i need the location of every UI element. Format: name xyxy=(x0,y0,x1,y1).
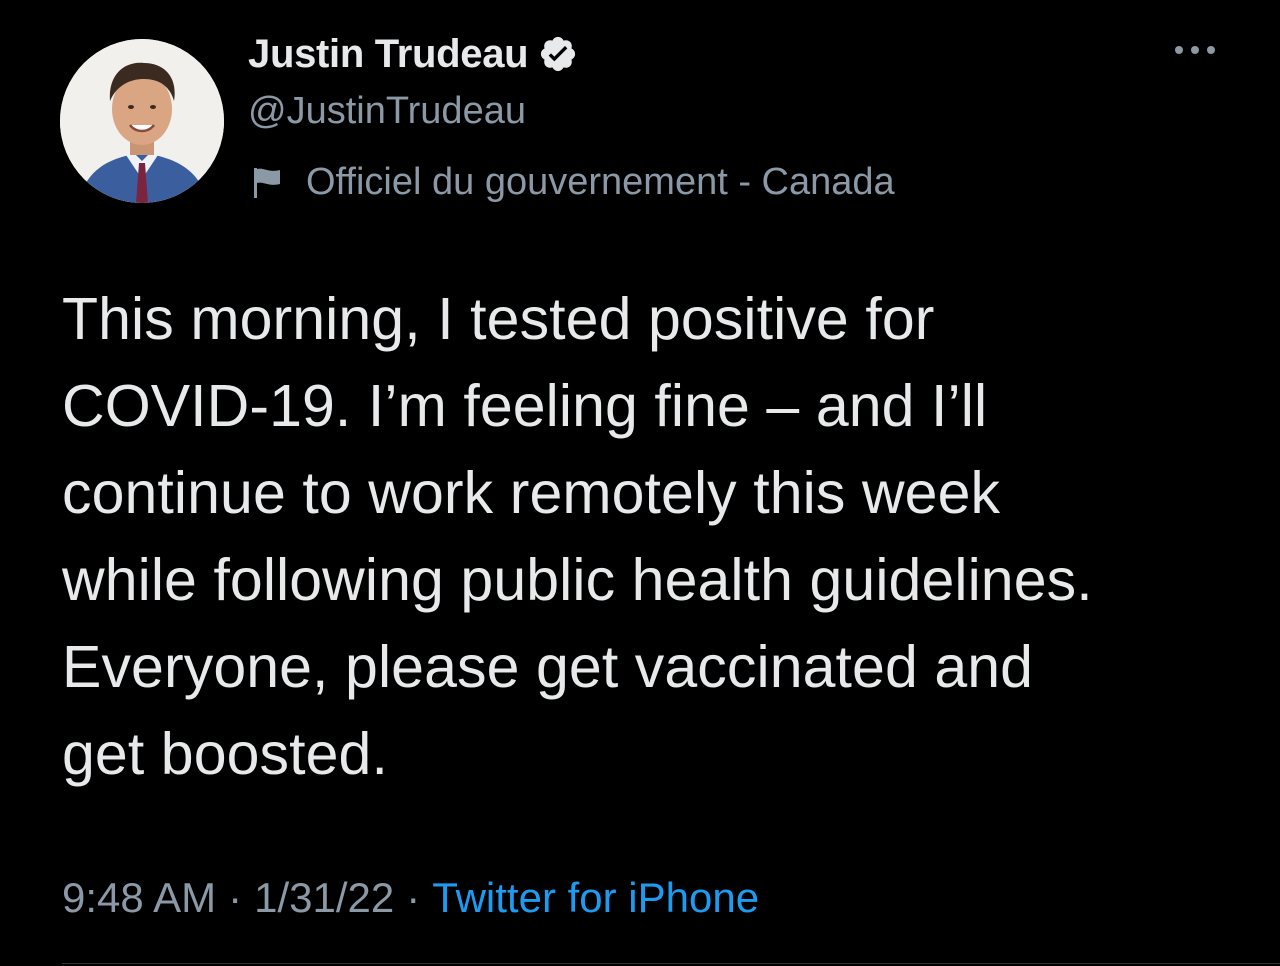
divider xyxy=(62,963,1280,964)
author-display-name[interactable]: Justin Trudeau xyxy=(248,32,529,77)
government-account-label[interactable]: Officiel du gouvernement - Canada xyxy=(250,158,895,206)
government-label-text: Officiel du gouvernement - Canada xyxy=(306,160,895,203)
tweet-date[interactable]: 1/31/22 xyxy=(254,874,394,922)
avatar[interactable] xyxy=(60,39,224,203)
verified-badge-icon xyxy=(538,34,578,74)
avatar-photo xyxy=(60,39,224,203)
tweet-source-link[interactable]: Twitter for iPhone xyxy=(432,874,759,922)
meta-separator: · xyxy=(228,874,243,921)
author-name-row[interactable]: Justin Trudeau xyxy=(248,28,578,80)
meta-separator: · xyxy=(406,874,421,921)
tweet-metadata: 9:48 AM · 1/31/22 · Twitter for iPhone xyxy=(62,870,759,926)
tweet-text: This morning, I tested positive for COVI… xyxy=(62,286,1093,787)
tweet-time[interactable]: 9:48 AM xyxy=(62,874,216,922)
more-options-icon[interactable] xyxy=(1172,40,1218,60)
flag-icon xyxy=(250,164,284,200)
tweet-detail: Justin Trudeau @JustinTrudeau Officiel d… xyxy=(0,0,1280,966)
author-handle[interactable]: @JustinTrudeau xyxy=(248,90,526,133)
